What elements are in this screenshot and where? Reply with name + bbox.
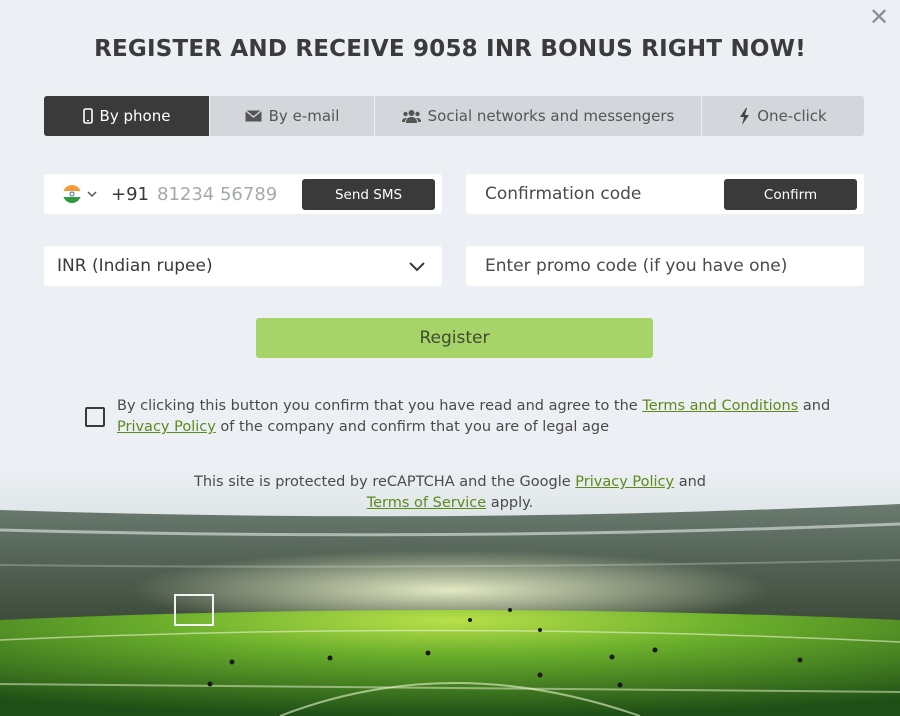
phone-field: +91 Send SMS	[44, 174, 442, 214]
phone-input[interactable]	[157, 183, 297, 205]
recaptcha-text-part: This site is protected by reCAPTCHA and …	[193, 474, 576, 490]
lightning-icon	[739, 107, 750, 125]
agreement-text-part: of the company and confirm that you are …	[215, 419, 609, 435]
tab-social-networks[interactable]: Social networks and messengers	[374, 96, 701, 136]
recaptcha-text-part: apply.	[486, 495, 534, 511]
promo-code-input[interactable]	[485, 256, 855, 276]
agreement-text-part: and	[798, 398, 831, 414]
registration-tabs: By phone By e-mail Social networks and m…	[44, 96, 864, 136]
confirmation-code-field: Confirm	[466, 174, 864, 214]
tab-label: By e-mail	[268, 107, 340, 125]
chevron-down-icon[interactable]	[87, 188, 97, 201]
register-button[interactable]: Register	[256, 318, 653, 358]
envelope-icon	[244, 110, 262, 122]
currency-select[interactable]: INR (Indian rupee)	[44, 246, 442, 286]
promo-code-field	[466, 246, 864, 286]
tab-label: One-click	[757, 107, 827, 125]
chevron-down-icon	[408, 258, 426, 277]
tab-by-phone[interactable]: By phone	[44, 96, 209, 136]
google-privacy-policy-link[interactable]: Privacy Policy	[575, 474, 674, 490]
send-sms-button[interactable]: Send SMS	[302, 179, 435, 210]
page-title: REGISTER AND RECEIVE 9058 INR BONUS RIGH…	[94, 36, 806, 62]
tab-label: Social networks and messengers	[427, 107, 675, 125]
agree-checkbox[interactable]	[85, 407, 105, 427]
recaptcha-text-part: and	[674, 474, 706, 490]
confirmation-code-input[interactable]	[485, 184, 715, 204]
india-flag-icon[interactable]	[63, 185, 81, 203]
confirm-button[interactable]: Confirm	[724, 179, 857, 210]
agreement-text-part: By clicking this button you confirm that…	[117, 398, 643, 414]
close-icon[interactable]: ✕	[868, 5, 890, 29]
privacy-policy-link[interactable]: Privacy Policy	[117, 419, 216, 435]
google-terms-of-service-link[interactable]: Terms of Service	[367, 495, 486, 511]
agreement-text: By clicking this button you confirm that…	[117, 396, 837, 438]
recaptcha-notice: This site is protected by reCAPTCHA and …	[150, 472, 750, 514]
users-icon	[401, 109, 421, 123]
phone-icon	[82, 108, 93, 124]
terms-and-conditions-link[interactable]: Terms and Conditions	[642, 398, 798, 414]
country-code: +91	[111, 183, 149, 205]
tab-label: By phone	[99, 107, 171, 125]
tab-by-email[interactable]: By e-mail	[209, 96, 374, 136]
currency-selected-value: INR (Indian rupee)	[57, 256, 213, 276]
tab-one-click[interactable]: One-click	[701, 96, 864, 136]
